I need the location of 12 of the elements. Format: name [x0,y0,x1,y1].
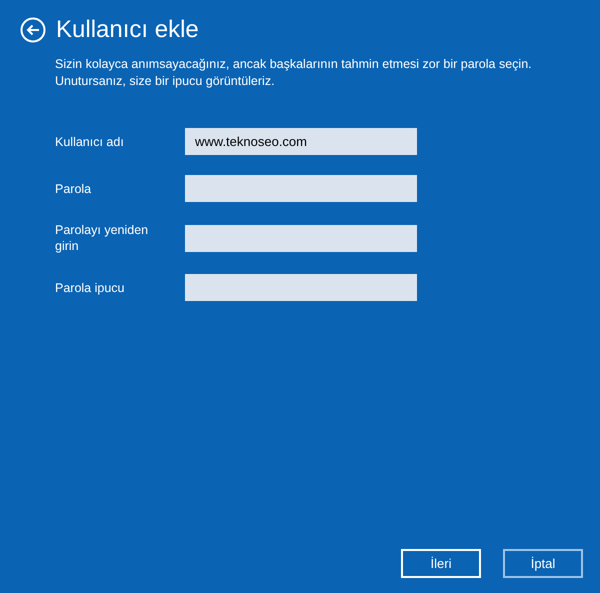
dialog-button[interactable]: İptal [503,549,583,578]
page-title: Kullanıcı ekle [56,16,199,44]
input-field[interactable] [185,274,417,301]
dialog-button[interactable]: İleri [401,549,481,578]
field-label: Parolayı yeniden girin [55,222,150,254]
input-field[interactable] [185,224,417,252]
field-label: Kullanıcı adı [55,134,125,150]
field-label: Parola ipucu [55,280,126,296]
input-field[interactable]: www.teknoseo.com [185,128,417,155]
field-label: Parola [55,180,92,196]
description: Sizin kolayca anımsayacağınız, ancak başkalarının tahmin etmesi zor bir parola seçin. Unutursanız, size bir ipucu görüntüleriz. [55,56,533,90]
input-field[interactable] [185,175,417,202]
